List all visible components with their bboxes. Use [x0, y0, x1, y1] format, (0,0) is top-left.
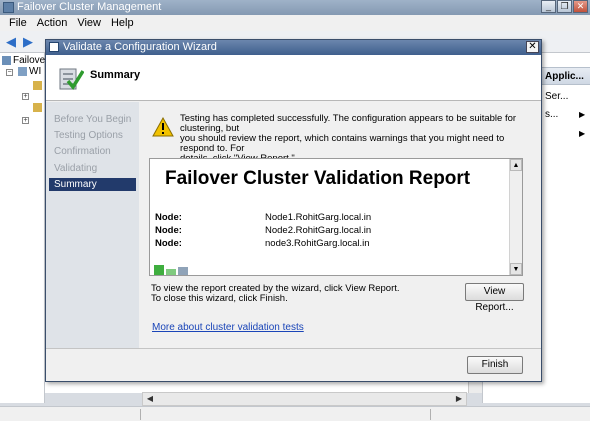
- wizard-page-heading: Summary: [90, 69, 141, 81]
- report-node-row: Node: Node1.RohitGarg.local.in: [155, 212, 372, 223]
- action-item[interactable]: s...: [545, 109, 558, 120]
- expand-toggle[interactable]: +: [22, 93, 29, 100]
- folder-icon: [33, 103, 42, 112]
- more-info-link[interactable]: More about cluster validation tests: [152, 322, 304, 333]
- summary-checklist-icon: [59, 68, 84, 90]
- main-window-title: Failover Cluster Management: [17, 1, 162, 13]
- warning-icon: [152, 117, 174, 137]
- completion-message: Testing has completed successfully. The …: [180, 113, 517, 164]
- main-titlebar: Failover Cluster Management _ ❐ ✕: [0, 0, 590, 15]
- validate-wizard-dialog: Validate a Configuration Wizard ✕ Summar…: [45, 39, 542, 382]
- wizard-header: Summary: [46, 55, 541, 101]
- cluster-icon: [18, 66, 27, 76]
- status-bar: [0, 406, 590, 421]
- scroll-up-icon[interactable]: ▲: [510, 159, 522, 171]
- report-node-row: Node: node3.RohitGarg.local.in: [155, 238, 370, 249]
- scroll-down-icon[interactable]: ▼: [510, 263, 522, 275]
- finish-button[interactable]: Finish: [467, 356, 523, 374]
- menu-help[interactable]: Help: [106, 15, 139, 31]
- step-testing-options: Testing Options: [54, 130, 123, 141]
- action-item[interactable]: Ser...: [545, 91, 568, 102]
- wizard-titlebar: Validate a Configuration Wizard ✕: [46, 40, 541, 55]
- folder-icon: [33, 81, 42, 90]
- step-before-you-begin: Before You Begin: [54, 114, 132, 125]
- submenu-arrow-icon: ▶: [579, 129, 586, 138]
- report-thumbnail-icon: [154, 265, 188, 275]
- scroll-right-icon[interactable]: ▶: [453, 394, 465, 405]
- report-node-row: Node: Node2.RohitGarg.local.in: [155, 225, 372, 236]
- app-icon: [3, 2, 14, 13]
- back-arrow-icon[interactable]: ◀: [3, 34, 19, 50]
- expand-toggle[interactable]: +: [22, 117, 29, 124]
- collapse-toggle[interactable]: −: [6, 69, 13, 76]
- close-icon[interactable]: ✕: [526, 41, 539, 53]
- close-window-button[interactable]: ✕: [573, 0, 588, 13]
- status-divider: [140, 409, 141, 420]
- scroll-left-icon[interactable]: ◀: [144, 394, 156, 405]
- status-divider: [430, 409, 431, 420]
- wizard-icon: [49, 42, 59, 52]
- validation-report-preview[interactable]: Failover Cluster Validation Report Node:…: [149, 158, 523, 276]
- wizard-footer: Finish: [46, 348, 541, 381]
- view-report-button[interactable]: View Report...: [465, 283, 524, 313]
- step-validating: Validating: [54, 163, 98, 174]
- wizard-content: Testing has completed successfully. The …: [139, 102, 541, 348]
- step-summary: Summary: [49, 178, 136, 191]
- menu-action[interactable]: Action: [32, 15, 73, 31]
- report-title: Failover Cluster Validation Report: [165, 168, 471, 189]
- tree-cluster-node[interactable]: WI: [18, 66, 41, 77]
- menu-view[interactable]: View: [72, 15, 106, 31]
- console-tree: Failove − WI + +: [0, 53, 45, 403]
- minimize-button[interactable]: _: [541, 0, 556, 13]
- menu-file[interactable]: File: [4, 15, 32, 31]
- main-horizontal-scrollbar[interactable]: ◀ ▶: [142, 392, 467, 406]
- window-controls: _ ❐ ✕: [541, 0, 588, 13]
- report-scrollbar[interactable]: ▲ ▼: [509, 159, 522, 275]
- submenu-arrow-icon: ▶: [579, 110, 586, 119]
- tree-root[interactable]: Failove: [2, 55, 45, 66]
- step-confirmation: Confirmation: [54, 146, 111, 157]
- forward-arrow-icon[interactable]: ▶: [20, 34, 36, 50]
- wizard-steps: Before You Begin Testing Options Confirm…: [46, 102, 139, 348]
- wizard-title: Validate a Configuration Wizard: [63, 41, 217, 53]
- restore-button[interactable]: ❐: [557, 0, 572, 13]
- menubar: File Action View Help: [0, 15, 590, 31]
- cluster-icon: [2, 55, 11, 65]
- instructions-text: To view the report created by the wizard…: [151, 283, 400, 304]
